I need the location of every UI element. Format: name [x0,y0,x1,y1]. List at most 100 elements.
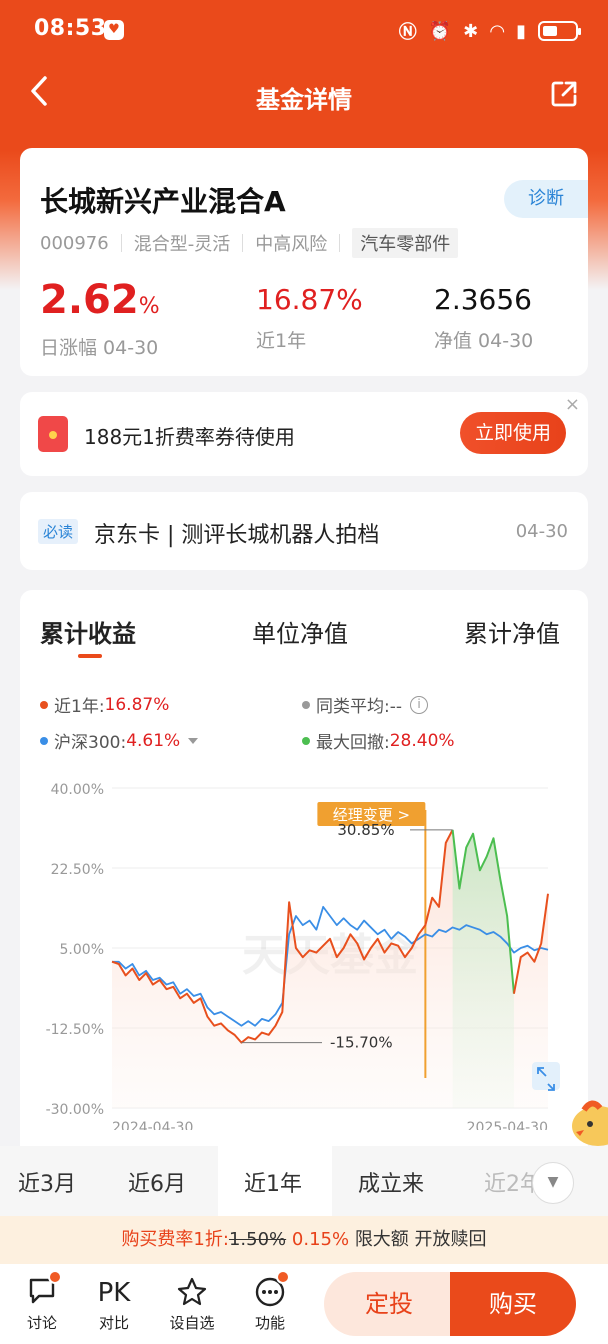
fund-name: 长城新兴产业混合A [40,185,286,218]
legend-peer: 同类平均:-- i [302,692,428,717]
range-since-inception[interactable]: 成立来 [358,1166,424,1198]
discuss-label: 讨论 [26,1314,57,1332]
notification-dot [276,1270,290,1284]
index-dot-icon [40,736,48,745]
chart-tabs: 累计收益 单位净值 累计净值 [20,614,588,654]
use-coupon-button[interactable]: 立即使用 [460,412,566,454]
news-card[interactable]: 必读 京东卡 | 测评长城机器人拍档 04-30 [20,492,588,570]
legend-drawdown-label: 最大回撤: [316,733,390,753]
functions-label: 功能 [254,1314,285,1332]
legend-index-label: 沪深300: [54,733,127,753]
chat-icon [12,1276,72,1310]
fund-dot-icon [40,700,48,709]
bottom-bar: 讨论 PK 对比 设自选 功能 定投 购买 [0,1264,608,1344]
tab-cumulative-return[interactable]: 累计收益 [40,614,136,649]
daily-change-metric: 2.62% 日涨幅 04-30 [40,276,160,360]
fund-risk: 中高风险 [255,234,328,255]
legend-drawdown: 最大回撤: 28.40% [302,728,455,753]
active-tab-indicator [78,654,102,658]
coupon-text: 188元1折费率券待使用 [84,425,295,449]
y-tick-label: 22.50% [51,862,104,878]
nfc-icon: Ⓝ [398,22,417,43]
legend-index[interactable]: 沪深300: 4.61% [40,728,199,753]
tab-cumulative-nav[interactable]: 累计净值 [464,614,560,649]
fee-bar: 购买费率1折:1.50% 0.15% 限大额 开放赎回 [0,1216,608,1264]
wifi-icon: ◠ [490,20,505,42]
more-icon [240,1276,300,1310]
buy-button[interactable]: 购买 [450,1272,576,1336]
share-icon[interactable] [550,80,578,108]
fund-code: 000976 [40,232,109,254]
must-read-tag: 必读 [38,519,79,544]
x-tick-label: 2025-04-30 [467,1120,548,1130]
mascot-icon[interactable] [570,1090,608,1150]
functions-button[interactable]: 功能 [240,1270,300,1333]
compare-button[interactable]: PK 对比 [84,1276,144,1333]
range-6m[interactable]: 近6月 [128,1166,186,1198]
min-value-label: -15.70% [330,1034,393,1052]
add-watchlist-button[interactable]: 设自选 [162,1276,222,1333]
drawdown-dot-icon [302,736,310,745]
return-chart[interactable]: 40.00% 22.50% 5.00% -12.50% -30.00% 2024-04-3… [20,770,588,1130]
fund-meta: 000976 混合型-灵活 中高风险 汽车零部件 [40,228,459,258]
bluetooth-icon: ✱ [463,20,479,42]
page-title: 基金详情 [256,86,352,114]
x-tick-label: 2024-04-30 [112,1120,193,1130]
news-date: 04-30 [515,521,568,542]
legend-fund-value: 16.87% [104,694,170,715]
auto-invest-button[interactable]: 定投 [324,1272,454,1336]
close-icon[interactable]: × [565,394,580,415]
legend-fund-label: 近1年: [54,697,105,717]
legend-fund: 近1年: 16.87% [40,692,169,717]
watchlist-label: 设自选 [169,1314,215,1332]
signal-icon: ▮ [516,20,526,42]
dropdown-arrow-icon [188,737,199,744]
info-icon[interactable]: i [410,695,428,714]
fund-summary-card: 长城新兴产业混合A 诊断 000976 混合型-灵活 中高风险 汽车零部件 2.… [20,148,588,376]
y-tick-label: 5.00% [60,942,104,958]
fee-prefix: 购买费率1折: [121,1229,229,1250]
diagnose-button[interactable]: 诊断 [504,180,588,218]
daily-change-label: 日涨幅 04-30 [40,337,159,359]
sector-tag[interactable]: 汽车零部件 [352,228,459,258]
status-icons: Ⓝ ⏰ ✱ ◠ ▮ [398,18,581,44]
legend-drawdown-value: 28.40% [389,730,455,751]
legend-peer-label: 同类平均:-- [316,697,402,717]
divider [339,234,341,252]
legend-index-value: 4.61% [126,730,181,751]
fee-new: 0.15% [291,1229,350,1250]
range-3m[interactable]: 近3月 [18,1166,76,1198]
divider [120,234,122,252]
chart-card: 累计收益 单位净值 累计净值 近1年: 16.87% 同类平均:-- i 沪深3… [20,590,588,1230]
notification-dot [48,1270,62,1284]
pk-icon: PK [97,1278,131,1308]
star-icon [162,1276,222,1310]
discuss-button[interactable]: 讨论 [12,1270,72,1333]
nav-label: 净值 04-30 [434,330,534,352]
coupon-card: 188元1折费率券待使用 立即使用 × [20,392,588,476]
y-tick-label: -30.00% [46,1102,104,1118]
status-bar: 08:53 ♥ Ⓝ ⏰ ✱ ◠ ▮ [0,0,608,62]
news-title[interactable]: 京东卡 | 测评长城机器人拍档 [94,517,379,549]
range-1y[interactable]: 近1年 [244,1166,302,1198]
year-return-label: 近1年 [256,330,307,352]
max-value-label: 30.85% [337,821,394,839]
fee-suffix: 限大额 开放赎回 [354,1229,487,1250]
compare-label: 对比 [98,1314,129,1332]
year-return-metric: 16.87% 近1年 [256,276,363,353]
nav-metric: 2.3656 净值 04-30 [434,276,533,353]
nav-bar: 基金详情 [0,62,608,128]
battery-icon [538,21,581,41]
fund-type: 混合型-灵活 [133,234,231,255]
app-badge-icon: ♥ [104,20,124,40]
status-time: 08:53 [34,16,107,41]
divider [242,234,244,252]
tab-unit-nav[interactable]: 单位净值 [252,614,348,649]
chevron-down-icon[interactable]: ▼ [532,1162,574,1204]
daily-change-value: 2.62% [40,277,160,323]
year-return-value: 16.87% [256,283,363,316]
y-tick-label: -12.50% [46,1022,104,1038]
y-tick-label: 40.00% [51,782,104,798]
fee-old: 1.50% [228,1229,287,1250]
range-tabs: 近3月 近6月 近1年 成立来 近2年 ▼ [0,1146,608,1216]
